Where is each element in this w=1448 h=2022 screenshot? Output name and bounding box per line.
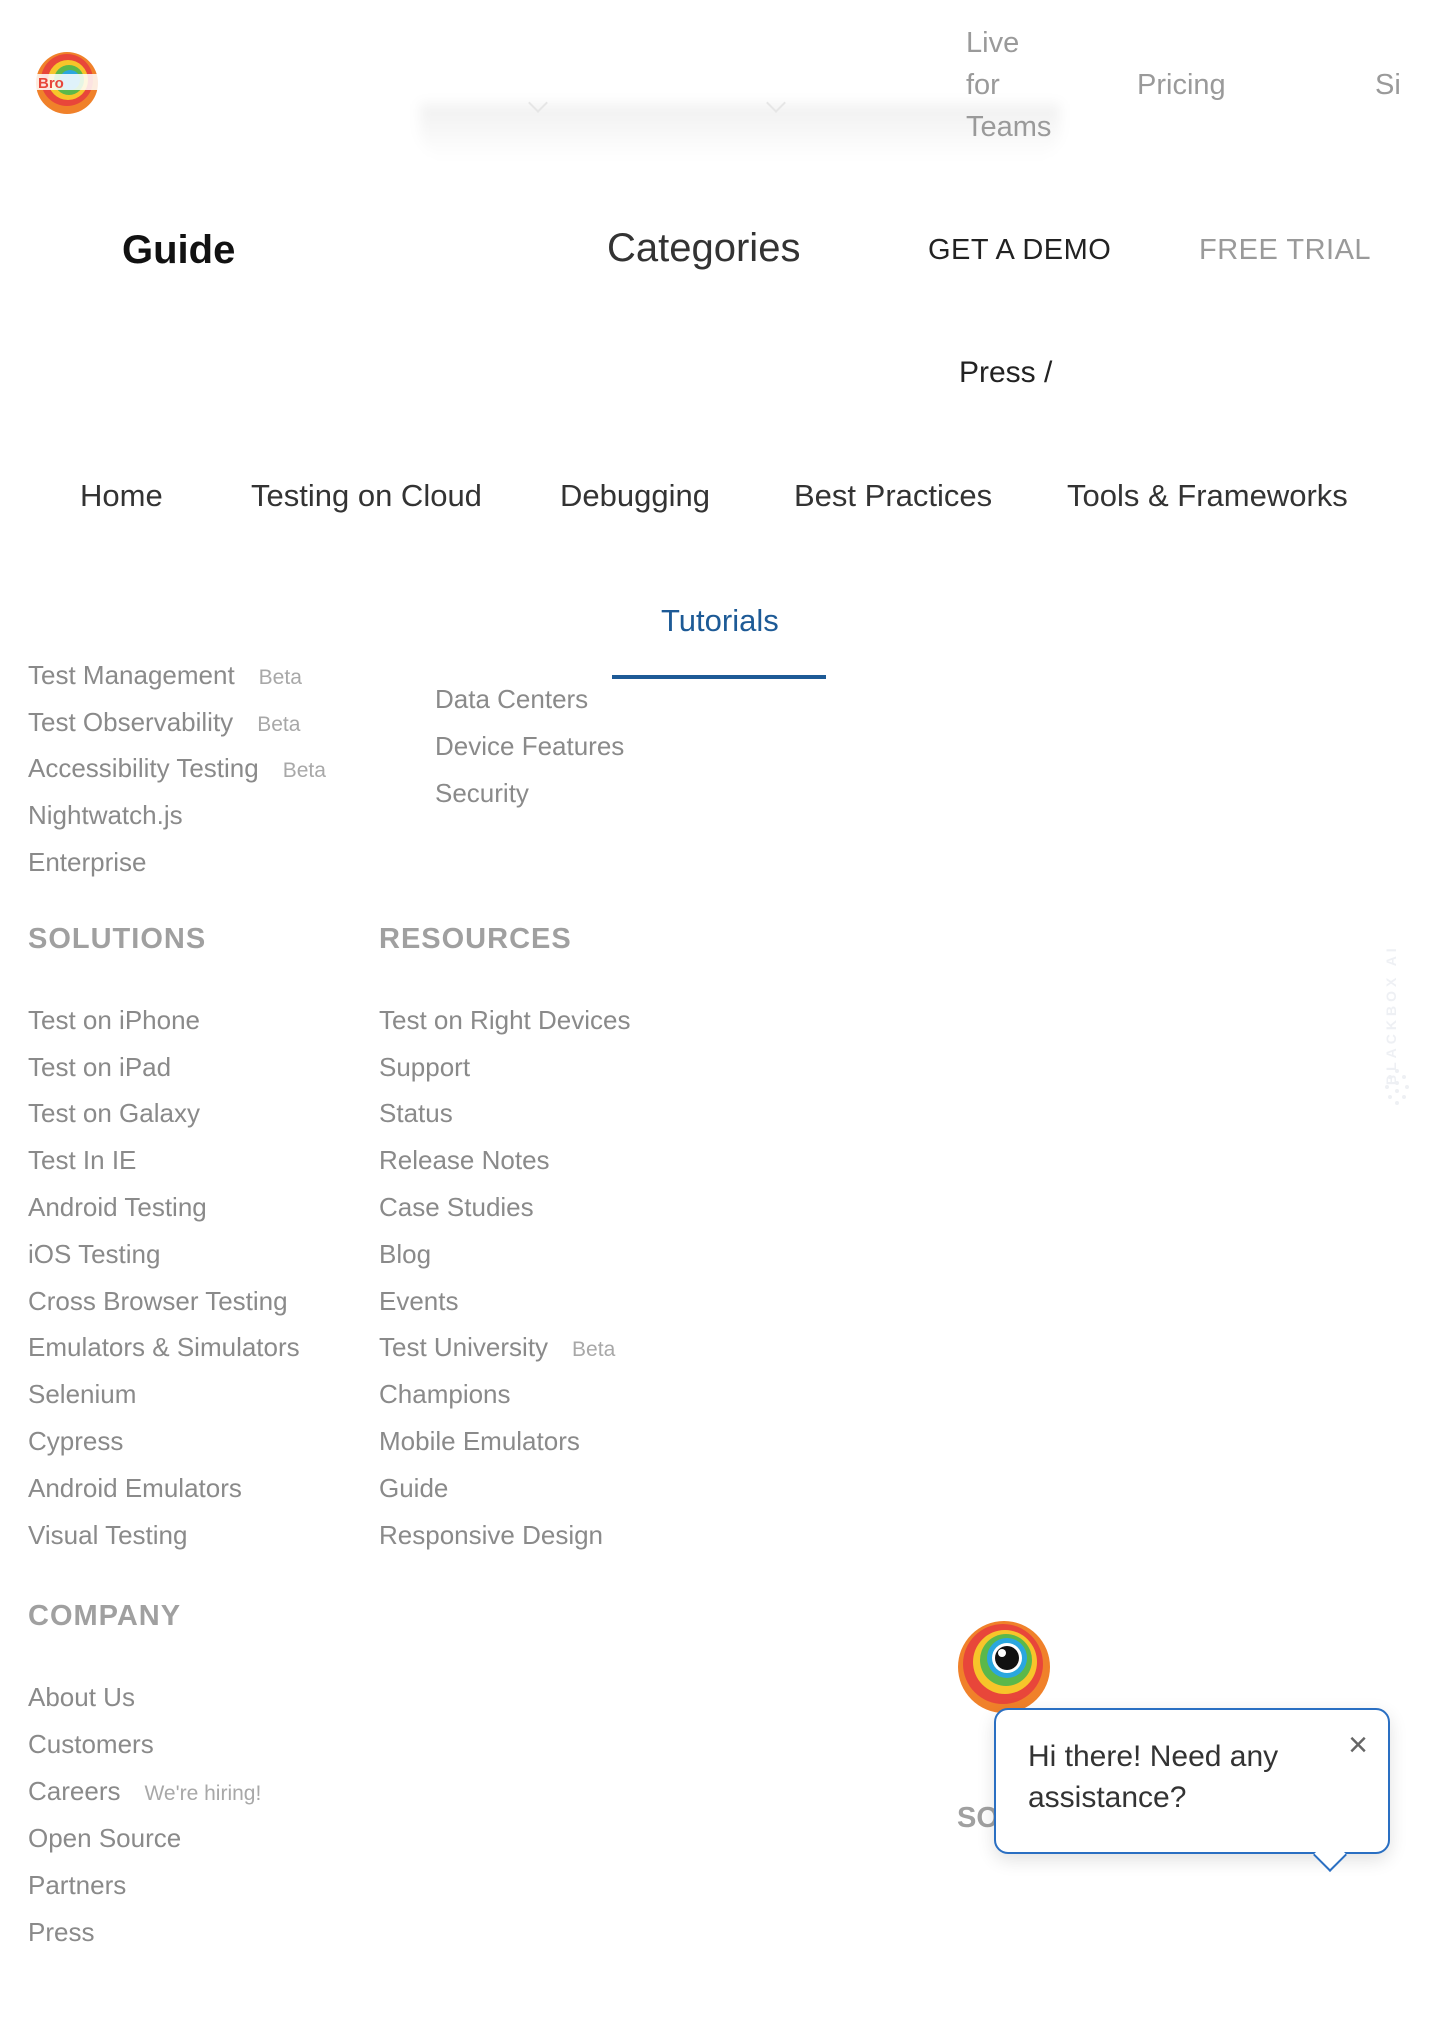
solutions-link[interactable]: Test on iPhone [28, 1005, 200, 1036]
solutions-link[interactable]: Android Testing [28, 1192, 207, 1223]
beta-badge: Beta [572, 1338, 616, 1361]
nav-best-practices[interactable]: Best Practices [794, 478, 992, 514]
sign-in-link[interactable]: Si [1375, 64, 1401, 106]
resources-link[interactable]: Champions [379, 1379, 511, 1410]
footer-link-test-management[interactable]: Test Management Beta [28, 660, 302, 691]
beta-badge: Beta [257, 713, 301, 736]
close-icon[interactable]: × [1348, 1728, 1368, 1762]
solutions-link[interactable]: Android Emulators [28, 1473, 242, 1504]
blackbox-dots-icon [1385, 1069, 1409, 1105]
beta-badge: Beta [282, 759, 326, 782]
press-breadcrumb[interactable]: Press / [959, 356, 1052, 390]
free-trial-button[interactable]: FREE TRIAL [1199, 234, 1371, 267]
company-link[interactable]: Partners [28, 1870, 126, 1901]
company-heading: COMPANY [28, 1600, 182, 1632]
get-demo-button[interactable]: GET A DEMO [928, 234, 1111, 267]
hiring-badge: We're hiring! [144, 1782, 262, 1805]
nav-debugging[interactable]: Debugging [560, 478, 710, 514]
footer-link-accessibility-testing[interactable]: Accessibility Testing Beta [28, 753, 326, 784]
nav-testing-on-cloud[interactable]: Testing on Cloud [251, 478, 482, 514]
resources-link[interactable]: Support [379, 1052, 470, 1083]
guide-title[interactable]: Guide [122, 228, 235, 273]
chat-message: Hi there! Need any assistance? [1028, 1740, 1279, 1814]
footer-link-device-features[interactable]: Device Features [435, 731, 624, 762]
resources-heading: RESOURCES [379, 923, 572, 955]
dropdown-shadow [420, 104, 1060, 160]
company-link[interactable]: About Us [28, 1682, 135, 1713]
footer-link-enterprise[interactable]: Enterprise [28, 847, 147, 878]
footer-heading-partial: SO [957, 1802, 999, 1834]
resources-link[interactable]: Mobile Emulators [379, 1426, 580, 1457]
resources-link-test-university[interactable]: Test University Beta [379, 1332, 615, 1363]
footer-link-security[interactable]: Security [435, 778, 529, 809]
resources-link[interactable]: Case Studies [379, 1192, 534, 1223]
company-link-careers[interactable]: Careers We're hiring! [28, 1776, 261, 1807]
solutions-heading: SOLUTIONS [28, 923, 207, 955]
solutions-link[interactable]: Cross Browser Testing [28, 1286, 288, 1317]
chat-avatar-icon[interactable] [957, 1620, 1051, 1714]
pricing-link[interactable]: Pricing [1137, 64, 1226, 106]
nav-tools-frameworks[interactable]: Tools & Frameworks [1067, 478, 1348, 514]
categories-dropdown[interactable]: Categories [607, 226, 800, 271]
footer-link-test-observability[interactable]: Test Observability Beta [28, 707, 300, 738]
solutions-link[interactable]: Emulators & Simulators [28, 1332, 300, 1363]
resources-link[interactable]: Guide [379, 1473, 448, 1504]
company-link[interactable]: Press [28, 1917, 94, 1948]
chat-bubble[interactable]: Hi there! Need any assistance? × [994, 1708, 1390, 1872]
footer-link-data-centers[interactable]: Data Centers [435, 684, 588, 715]
blackbox-watermark: BLACKBOX AI [1377, 915, 1417, 1115]
solutions-link[interactable]: Test In IE [28, 1145, 136, 1176]
resources-link[interactable]: Test on Right Devices [379, 1005, 630, 1036]
footer-link-nightwatch[interactable]: Nightwatch.js [28, 800, 183, 831]
resources-link[interactable]: Events [379, 1286, 459, 1317]
solutions-link[interactable]: iOS Testing [28, 1239, 160, 1270]
solutions-link[interactable]: Test on iPad [28, 1052, 171, 1083]
browserstack-logo-icon[interactable]: Bro [34, 50, 100, 116]
live-for-teams-link[interactable]: Live for Teams [966, 22, 1076, 148]
resources-link[interactable]: Responsive Design [379, 1520, 603, 1551]
svg-text:Bro: Bro [38, 75, 64, 92]
solutions-link[interactable]: Cypress [28, 1426, 123, 1457]
resources-link[interactable]: Status [379, 1098, 453, 1129]
nav-home[interactable]: Home [80, 478, 163, 514]
resources-link[interactable]: Blog [379, 1239, 431, 1270]
resources-link[interactable]: Release Notes [379, 1145, 550, 1176]
chat-bubble-tail [1313, 1838, 1347, 1872]
company-link[interactable]: Customers [28, 1729, 154, 1760]
tab-tutorials[interactable]: Tutorials [661, 603, 779, 639]
beta-badge: Beta [258, 666, 302, 689]
active-tab-indicator [612, 675, 826, 679]
solutions-link[interactable]: Selenium [28, 1379, 136, 1410]
company-link[interactable]: Open Source [28, 1823, 181, 1854]
solutions-link[interactable]: Visual Testing [28, 1520, 187, 1551]
solutions-link[interactable]: Test on Galaxy [28, 1098, 200, 1129]
